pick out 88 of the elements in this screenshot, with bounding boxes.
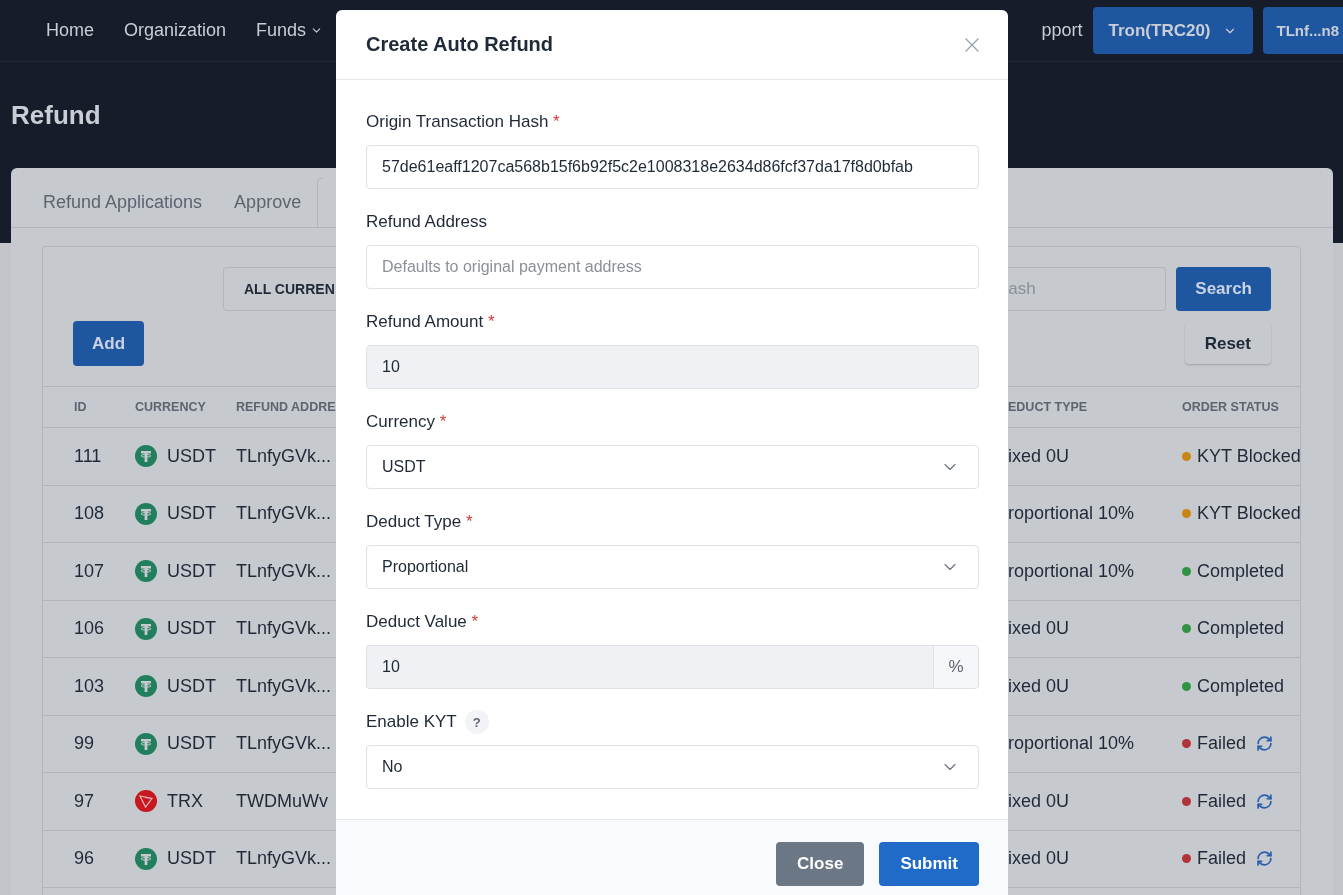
search-field[interactable]: ash — [1008, 267, 1167, 311]
field-label: Origin Transaction Hash * — [366, 112, 560, 132]
table-cell: USDT — [167, 848, 216, 870]
table-cell-text: 99 — [73, 733, 96, 755]
field-label: Deduct Type * — [366, 512, 473, 532]
table-cell-text: 107 — [73, 560, 106, 582]
table-cell-text: 106 — [73, 618, 106, 640]
table-cell-text: TLnfyGVk... — [236, 503, 333, 525]
field-label: Deduct Value * — [366, 612, 479, 632]
unit-addon: % — [933, 645, 979, 689]
table-cell-text: TLnfyGVk... — [236, 618, 333, 640]
table-cell-text: ixed 0U — [1008, 445, 1071, 467]
table-cell-text: 108 — [73, 503, 106, 525]
tether-coin-icon — [135, 445, 157, 468]
text-field[interactable]: 10 — [366, 345, 979, 389]
field-label: Refund Amount * — [366, 312, 495, 332]
table-cell-text: roportional 10% — [1008, 733, 1136, 755]
table-cell-text: TLnfyGVk... — [236, 848, 333, 870]
table-cell-text: ixed 0U — [1008, 848, 1071, 870]
table-cell-text: ixed 0U — [1008, 790, 1071, 812]
submit-button[interactable]: Submit — [879, 842, 979, 886]
field-label: Currency * — [366, 412, 447, 432]
table-cell-text: 103 — [73, 675, 106, 697]
table-cell: USDT — [167, 618, 216, 640]
table-cell-text: roportional 10% — [1008, 560, 1136, 582]
status-text: Failed — [1197, 790, 1247, 812]
column-header: CURRENCY — [135, 400, 207, 414]
network-button[interactable]: Tron(TRC20) — [1092, 7, 1253, 54]
table-cell-text: 96 — [73, 848, 96, 870]
select-field[interactable]: Proportional — [366, 545, 979, 589]
table-cell-text: ixed 0U — [1008, 618, 1071, 640]
status-text: Completed — [1197, 560, 1285, 582]
table-cell-text: TLnfyGVk... — [236, 675, 333, 697]
column-header: EDUCT TYPE — [1008, 400, 1089, 414]
field-label: Enable KYT — [366, 712, 457, 732]
table-cell-text: TWDMuWv — [236, 790, 329, 812]
table-cell: TRX — [167, 790, 203, 812]
tab[interactable]: Refund Applications — [27, 192, 219, 227]
retry-icon[interactable] — [1256, 850, 1274, 868]
select-field[interactable]: No — [366, 745, 979, 789]
status-text: Completed — [1197, 618, 1285, 640]
page-title: Refund — [11, 99, 101, 131]
retry-icon[interactable] — [1256, 792, 1274, 810]
text-field[interactable]: 57de61eaff1207ca568b15f6b92f5c2e1008318e2634d86fcf37da17f8d0bfab — [366, 145, 979, 189]
table-cell: USDT — [167, 560, 216, 582]
table-cell-text: TLnfyGVk... — [236, 445, 333, 467]
table-cell: USDT — [167, 503, 216, 525]
column-header: REFUND ADDRE — [236, 400, 336, 414]
table-cell-text: TLnfyGVk... — [236, 560, 333, 582]
tether-coin-icon — [135, 675, 157, 698]
nav-link[interactable]: pport — [1041, 20, 1083, 41]
tether-coin-icon — [135, 560, 157, 583]
table-cell-text: 97 — [73, 790, 96, 812]
column-header: ID — [73, 400, 88, 414]
reset-button[interactable]: Reset — [1184, 323, 1271, 364]
nav-link[interactable]: Home — [46, 20, 94, 41]
table-cell-text: 111 — [73, 445, 103, 467]
status-text: Completed — [1197, 675, 1285, 697]
table-cell: USDT — [167, 445, 216, 467]
nav-link[interactable]: Organization — [124, 20, 227, 41]
table-cell: USDT — [167, 733, 216, 755]
tron-coin-icon — [135, 790, 157, 813]
tether-coin-icon — [135, 617, 157, 640]
table-cell-text: ixed 0U — [1008, 675, 1071, 697]
tether-coin-icon — [135, 847, 157, 870]
table-cell-text: roportional 10% — [1008, 503, 1136, 525]
nav-link[interactable]: Funds — [256, 20, 324, 41]
wallet-button[interactable]: TLnf...n8 — [1262, 7, 1343, 54]
field-label: Refund Address — [366, 212, 487, 232]
add-button[interactable]: Add — [73, 321, 145, 366]
tether-coin-icon — [135, 732, 157, 755]
text-field[interactable]: 10 — [366, 645, 933, 689]
table-cell: USDT — [167, 675, 216, 697]
status-text: Failed — [1197, 848, 1247, 870]
retry-icon[interactable] — [1256, 735, 1274, 753]
tether-coin-icon — [135, 502, 157, 525]
text-field[interactable]: Defaults to original payment address — [366, 245, 979, 289]
table-cell-text: TLnfyGVk... — [236, 733, 333, 755]
tab[interactable]: Approve — [218, 192, 318, 227]
dialog-title: Create Auto Refund — [366, 33, 554, 56]
help-icon[interactable]: ? — [464, 710, 489, 734]
column-header: ORDER STATUS — [1182, 400, 1280, 414]
select-field[interactable]: USDT — [366, 445, 979, 489]
status-text: KYT Blocked — [1197, 445, 1301, 467]
search-button[interactable]: Search — [1176, 267, 1271, 311]
close-button[interactable]: Close — [776, 842, 865, 886]
status-text: KYT Blocked — [1197, 503, 1301, 525]
status-text: Failed — [1197, 733, 1247, 755]
